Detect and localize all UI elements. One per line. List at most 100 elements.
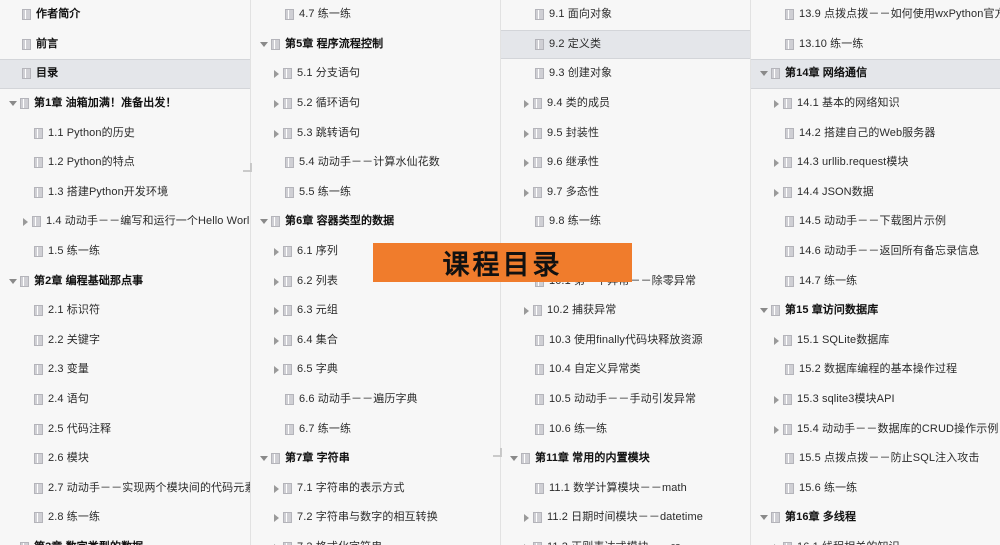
toc-section-row[interactable]: 14.6 动动手－－返回所有备忘录信息: [751, 237, 1000, 267]
toc-section-row[interactable]: 9.1 面向对象: [501, 0, 750, 30]
toc-section-row[interactable]: 10.3 使用finally代码块释放资源: [501, 326, 750, 356]
toc-section-row[interactable]: 10.5 动动手－－手动引发异常: [501, 385, 750, 415]
chevron-right-icon[interactable]: [271, 128, 282, 139]
toc-section-row[interactable]: 14.7 练一练: [751, 266, 1000, 296]
chevron-right-icon[interactable]: [771, 335, 782, 346]
chevron-down-icon[interactable]: [509, 453, 520, 464]
toc-section-row[interactable]: 5.5 练一练: [251, 178, 500, 208]
chevron-right-icon[interactable]: [271, 276, 282, 287]
toc-section-row[interactable]: 13.9 点拨点拨－－如何使用wxPython官方文档: [751, 0, 1000, 30]
toc-section-row[interactable]: 9.4 类的成员: [501, 89, 750, 119]
toc-section-row[interactable]: 15.2 数据库编程的基本操作过程: [751, 355, 1000, 385]
toc-section-row[interactable]: 7.2 字符串与数字的相互转换: [251, 503, 500, 533]
toc-section-row[interactable]: 14.4 JSON数据: [751, 178, 1000, 208]
chevron-right-icon[interactable]: [271, 68, 282, 79]
toc-section-row[interactable]: 9.3 创建对象: [501, 59, 750, 89]
toc-column-1[interactable]: 作者简介 前言 目录 第1章 油箱加满！准备出发！ 1.1 Python的历史 1.2 P…: [0, 0, 250, 545]
toc-section-row[interactable]: 1.1 Python的历史: [0, 118, 250, 148]
chevron-down-icon[interactable]: [759, 512, 770, 523]
toc-chapter-row[interactable]: 第14章 网络通信: [751, 59, 1000, 89]
toc-chapter-row[interactable]: 作者简介: [0, 0, 250, 30]
toc-section-row[interactable]: 16.1 线程相关的知识: [751, 533, 1000, 545]
chevron-down-icon[interactable]: [8, 98, 19, 109]
toc-section-row[interactable]: 2.5 代码注释: [0, 414, 250, 444]
toc-section-row[interactable]: 4.7 练一练: [251, 0, 500, 30]
toc-section-row[interactable]: 2.3 变量: [0, 355, 250, 385]
toc-section-row[interactable]: 14.5 动动手－－下载图片示例: [751, 207, 1000, 237]
toc-chapter-row[interactable]: 第6章 容器类型的数据: [251, 207, 500, 237]
toc-section-row[interactable]: 5.4 动动手－－计算水仙花数: [251, 148, 500, 178]
toc-section-row[interactable]: 1.4 动动手－－编写和运行一个Hello World程序: [0, 207, 250, 237]
toc-section-row[interactable]: 15.4 动动手－－数据库的CRUD操作示例: [751, 414, 1000, 444]
toc-section-row[interactable]: 15.1 SQLite数据库: [751, 326, 1000, 356]
chevron-right-icon[interactable]: [521, 128, 532, 139]
toc-chapter-row[interactable]: 前言: [0, 30, 250, 60]
column-2-scroll-indicator[interactable]: [243, 163, 252, 172]
toc-chapter-row[interactable]: 第1章 油箱加满！准备出发！: [0, 89, 250, 119]
toc-section-row[interactable]: 6.7 练一练: [251, 414, 500, 444]
toc-section-row[interactable]: 9.5 封装性: [501, 118, 750, 148]
chevron-right-icon[interactable]: [271, 98, 282, 109]
toc-section-row[interactable]: 13.10 练一练: [751, 30, 1000, 60]
chevron-right-icon[interactable]: [271, 335, 282, 346]
toc-section-row[interactable]: 1.2 Python的特点: [0, 148, 250, 178]
toc-section-row[interactable]: 7.1 字符串的表示方式: [251, 474, 500, 504]
toc-section-row[interactable]: 11.3 正则表达式模块－－re: [501, 533, 750, 545]
toc-section-row[interactable]: 5.2 循环语句: [251, 89, 500, 119]
chevron-down-icon[interactable]: [259, 453, 270, 464]
toc-section-row[interactable]: 1.3 搭建Python开发环境: [0, 178, 250, 208]
chevron-right-icon[interactable]: [521, 512, 532, 523]
chevron-right-icon[interactable]: [521, 157, 532, 168]
chevron-right-icon[interactable]: [771, 394, 782, 405]
chevron-right-icon[interactable]: [271, 364, 282, 375]
toc-section-row[interactable]: 15.5 点拨点拨－－防止SQL注入攻击: [751, 444, 1000, 474]
chevron-down-icon[interactable]: [759, 305, 770, 316]
toc-section-row[interactable]: 6.5 字典: [251, 355, 500, 385]
chevron-right-icon[interactable]: [20, 216, 31, 227]
chevron-right-icon[interactable]: [771, 157, 782, 168]
chevron-down-icon[interactable]: [259, 216, 270, 227]
toc-section-row[interactable]: 11.2 日期时间模块－－datetime: [501, 503, 750, 533]
chevron-right-icon[interactable]: [771, 98, 782, 109]
toc-section-row[interactable]: 15.6 练一练: [751, 474, 1000, 504]
toc-section-row[interactable]: 6.3 元组: [251, 296, 500, 326]
toc-section-row[interactable]: 2.8 练一练: [0, 503, 250, 533]
toc-section-row[interactable]: 10.4 自定义异常类: [501, 355, 750, 385]
chevron-right-icon[interactable]: [771, 187, 782, 198]
toc-section-row[interactable]: 2.4 语句: [0, 385, 250, 415]
toc-section-row[interactable]: 15.3 sqlite3模块API: [751, 385, 1000, 415]
toc-section-row[interactable]: 9.2 定义类: [501, 29, 750, 60]
toc-section-row[interactable]: 5.3 跳转语句: [251, 118, 500, 148]
toc-section-row[interactable]: 1.5 练一练: [0, 237, 250, 267]
chevron-right-icon[interactable]: [521, 187, 532, 198]
toc-chapter-row[interactable]: 第11章 常用的内置模块: [501, 444, 750, 474]
toc-section-row[interactable]: 10.6 练一练: [501, 414, 750, 444]
column-3-scroll-indicator[interactable]: [493, 448, 502, 457]
toc-section-row[interactable]: 14.2 搭建自己的Web服务器: [751, 118, 1000, 148]
chevron-right-icon[interactable]: [271, 246, 282, 257]
toc-section-row[interactable]: 9.8 练一练: [501, 207, 750, 237]
toc-section-row[interactable]: 6.4 集合: [251, 326, 500, 356]
toc-section-row[interactable]: 9.6 继承性: [501, 148, 750, 178]
chevron-right-icon[interactable]: [271, 483, 282, 494]
toc-chapter-row[interactable]: 第15 章访问数据库: [751, 296, 1000, 326]
toc-section-row[interactable]: 6.6 动动手－－遍历字典: [251, 385, 500, 415]
chevron-right-icon[interactable]: [521, 98, 532, 109]
toc-chapter-row[interactable]: 第7章 字符串: [251, 444, 500, 474]
toc-section-row[interactable]: 5.1 分支语句: [251, 59, 500, 89]
toc-section-row[interactable]: 2.1 标识符: [0, 296, 250, 326]
toc-chapter-row[interactable]: 第5章 程序流程控制: [251, 30, 500, 60]
toc-chapter-row[interactable]: 目录: [0, 59, 250, 89]
chevron-right-icon[interactable]: [771, 424, 782, 435]
toc-chapter-row[interactable]: 第3章 数字类型的数据: [0, 533, 250, 545]
toc-chapter-row[interactable]: 第16章 多线程: [751, 503, 1000, 533]
chevron-down-icon[interactable]: [759, 68, 770, 79]
toc-column-4[interactable]: 13.9 点拨点拨－－如何使用wxPython官方文档 13.10 练一练第14章…: [750, 0, 1000, 545]
toc-section-row[interactable]: 2.2 关键字: [0, 326, 250, 356]
chevron-down-icon[interactable]: [259, 39, 270, 50]
toc-section-row[interactable]: 14.1 基本的网络知识: [751, 89, 1000, 119]
chevron-down-icon[interactable]: [8, 276, 19, 287]
toc-section-row[interactable]: 2.7 动动手－－实现两个模块间的代码元素访问: [0, 474, 250, 504]
toc-section-row[interactable]: 2.6 模块: [0, 444, 250, 474]
chevron-right-icon[interactable]: [271, 305, 282, 316]
